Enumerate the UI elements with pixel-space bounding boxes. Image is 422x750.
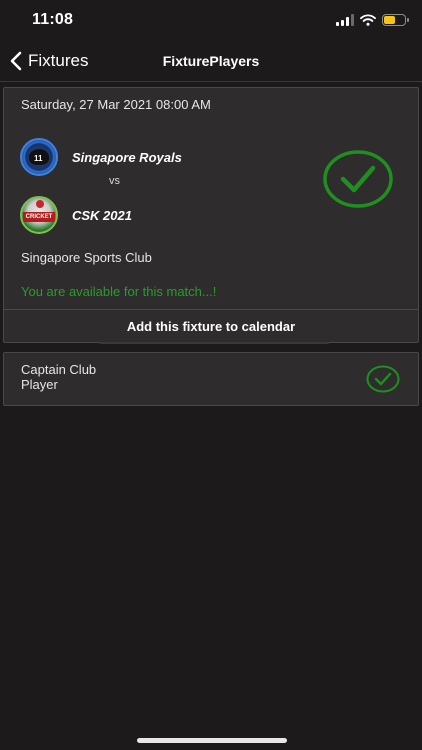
button-underline <box>99 342 329 344</box>
fixture-date: Saturday, 27 Mar 2021 08:00 AM <box>21 97 211 112</box>
battery-fill <box>384 16 395 24</box>
nav-bar: Fixtures FixturePlayers <box>0 44 422 82</box>
away-team-name: CSK 2021 <box>72 207 132 223</box>
player-type: Player <box>21 377 58 392</box>
player-role: Captain Club <box>21 362 97 377</box>
home-team-logo-text: 11 <box>34 154 43 163</box>
availability-status: You are available for this match...! <box>21 284 217 299</box>
away-team-row: CRICKET CSK 2021 <box>20 196 132 234</box>
status-time: 11:08 <box>32 11 74 28</box>
check-circle-icon[interactable] <box>323 150 393 208</box>
battery-icon <box>382 14 409 26</box>
status-icons <box>336 14 409 26</box>
vs-label: vs <box>109 175 120 187</box>
away-team-logo-text: CRICKET <box>23 212 55 222</box>
home-indicator[interactable] <box>137 738 287 743</box>
home-team-logo: 11 <box>20 138 58 176</box>
page-title: FixturePlayers <box>162 53 260 69</box>
signal-icon <box>336 14 354 26</box>
away-team-logo: CRICKET <box>20 196 58 234</box>
home-team-row: 11 Singapore Royals <box>20 138 182 176</box>
check-circle-icon[interactable] <box>366 365 400 393</box>
status-bar: 11:08 <box>0 0 422 44</box>
home-team-name: Singapore Royals <box>72 149 182 165</box>
player-row[interactable]: Captain Club Player <box>3 352 419 406</box>
venue-label: Singapore Sports Club <box>21 250 152 265</box>
add-to-calendar-button[interactable]: Add this fixture to calendar <box>4 310 418 343</box>
screen: 11:08 Fixtures FixturePlayers Saturday, … <box>0 0 422 750</box>
wifi-icon <box>360 14 376 26</box>
fixture-card[interactable]: Saturday, 27 Mar 2021 08:00 AM 11 Singap… <box>3 87 419 344</box>
